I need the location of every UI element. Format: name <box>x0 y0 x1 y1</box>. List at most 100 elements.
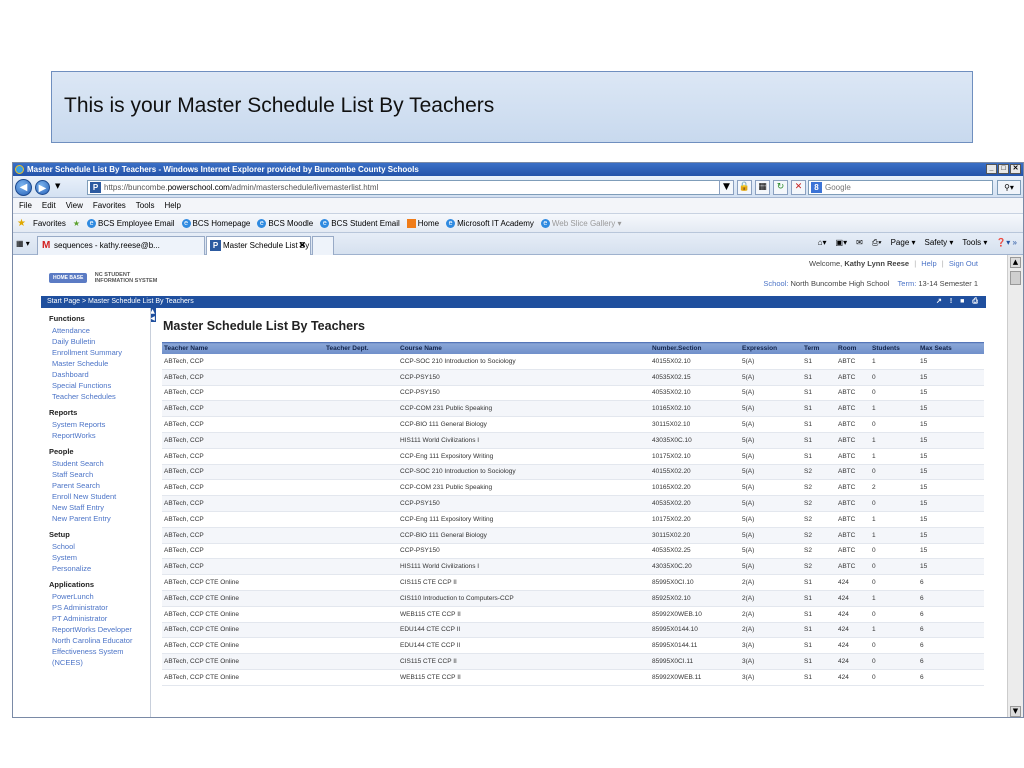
refresh-icon[interactable]: ↻ <box>773 180 788 195</box>
col-students-header[interactable]: Students <box>870 342 918 354</box>
search-icon[interactable]: ⚲▾ <box>997 180 1021 195</box>
table-row[interactable]: ABTech, CCP CTE Online CIS115 CTE CCP II 8… <box>162 574 984 591</box>
scroll-up-icon[interactable]: ▲ <box>1010 257 1021 268</box>
col-course-name-header[interactable]: Course Name <box>398 342 650 354</box>
col-term-header[interactable]: Term <box>802 342 836 354</box>
table-row[interactable]: ABTech, CCP HIS111 World Civilizations I4… <box>162 432 984 449</box>
table-row[interactable]: ABTech, CCP CTE Online WEB115 CTE CCP II 8… <box>162 606 984 623</box>
sidebar-item[interactable]: Special Functions <box>49 380 150 391</box>
sidebar-item[interactable]: Personalize <box>49 563 150 574</box>
page-menu[interactable]: Page ▾ <box>891 238 916 248</box>
table-row[interactable]: ABTech, CCP HIS111 World Civilizations I4… <box>162 558 984 576</box>
table-row[interactable]: ABTech, CCP CCP-COM 231 Public Speaking 10… <box>162 479 984 497</box>
sidebar-item[interactable]: Attendance <box>49 325 150 336</box>
read-mail-icon[interactable]: ✉ <box>856 238 863 248</box>
feeds-icon[interactable]: ▣▾ <box>836 238 848 248</box>
print-page-icon[interactable]: ⎙ <box>972 296 978 308</box>
col-course-name-cell[interactable]: WEB115 CTE CCP II <box>398 669 650 686</box>
sidebar-item[interactable]: Daily Bulletin <box>49 336 150 347</box>
col-course-name-cell[interactable]: WEB115 CTE CCP II <box>398 606 650 623</box>
notes-icon[interactable]: ■ <box>960 296 964 308</box>
compatibility-view-icon[interactable]: ▦ <box>755 180 770 195</box>
lock-icon[interactable]: 🔒 <box>737 180 752 195</box>
col-course-name-cell[interactable]: HIS111 World Civilizations I <box>398 432 650 449</box>
sidebar-item[interactable]: North Carolina Educator <box>49 635 150 646</box>
col-course-name-cell[interactable]: CCP-PSY150 <box>398 369 650 386</box>
menu-tools[interactable]: Tools <box>136 198 155 213</box>
close-window-button[interactable]: ✕ <box>1010 164 1021 174</box>
fav-link-moodle[interactable]: e BCS Moodle <box>257 214 313 233</box>
sidebar-item[interactable]: ReportWorks <box>49 430 150 441</box>
table-row[interactable]: ABTech, CCP CCP-PSY150 40535X02.15 5(A) S1 AB… <box>162 369 984 386</box>
url-field[interactable]: Phttps://buncombe.powerschool.com/admin/… <box>87 180 732 195</box>
table-row[interactable]: ABTech, CCP CCP-PSY150 40535X02.20 5(A) S2 AB… <box>162 495 984 512</box>
school-name[interactable]: North Buncombe High School <box>791 279 890 288</box>
col-course-name-cell[interactable]: CCP-PSY150 <box>398 543 650 560</box>
col-course-name-cell[interactable]: CCP-SOC 210 Introduction to Sociology <box>398 464 650 481</box>
fav-link-web-slice[interactable]: e Web Slice Gallery ▾ <box>540 214 622 233</box>
tab-master-schedule[interactable]: P Master Schedule List By ... ✕ <box>206 236 311 255</box>
col-course-name-cell[interactable]: CCP-Eng 111 Expository Writing <box>398 448 650 465</box>
sidebar-item[interactable]: Student Search <box>49 458 150 469</box>
safety-menu[interactable]: Safety ▾ <box>925 238 954 248</box>
col-course-name-cell[interactable]: CCP-Eng 111 Expository Writing <box>398 511 650 528</box>
print-icon[interactable]: ⎙▾ <box>872 238 882 248</box>
sidebar-item[interactable]: Staff Search <box>49 469 150 480</box>
col-course-name-cell[interactable]: CCP-BIO 111 General Biology <box>398 416 650 433</box>
table-row[interactable]: ABTech, CCP CCP-COM 231 Public Speaking 10… <box>162 400 984 418</box>
menu-file[interactable]: File <box>19 198 32 213</box>
back-arrow-icon[interactable]: ↗ <box>936 296 942 308</box>
add-favorite-icon[interactable]: ★ <box>73 214 80 233</box>
forward-button[interactable]: ▶ <box>35 180 50 195</box>
sidebar-item[interactable]: System <box>49 552 150 563</box>
home-icon[interactable]: ⌂▾ <box>818 238 827 248</box>
sidebar-item[interactable]: New Parent Entry <box>49 513 150 524</box>
table-row[interactable]: ABTech, CCP CCP-PSY150 40535X02.25 5(A) S2 AB… <box>162 543 984 560</box>
tools-menu[interactable]: Tools ▾ <box>962 238 987 248</box>
sidebar-item[interactable]: PT Administrator <box>49 613 150 624</box>
table-row[interactable]: ABTech, CCP CCP-Eng 111 Expository Writin… <box>162 448 984 465</box>
fav-link-homepage[interactable]: e BCS Homepage <box>181 214 250 233</box>
scroll-down-icon[interactable]: ▼ <box>1010 706 1021 717</box>
sidebar-item[interactable]: Effectiveness System <box>49 646 150 657</box>
scroll-thumb[interactable] <box>1010 271 1021 285</box>
fav-link-home[interactable]: Home <box>406 214 439 233</box>
table-row[interactable]: ABTech, CCP CTE Online EDU144 CTE CCP II 8… <box>162 637 984 655</box>
url-dropdown-icon[interactable]: ▼ <box>719 180 734 195</box>
sidebar-item[interactable]: ReportWorks Developer <box>49 624 150 635</box>
sidebar-item[interactable]: Master Schedule <box>49 358 150 369</box>
sidebar-item[interactable]: Enrollment Summary <box>49 347 150 358</box>
col-expression-header[interactable]: Expression <box>740 342 802 354</box>
col-course-name-cell[interactable]: CCP-BIO 111 General Biology <box>398 527 650 544</box>
sidebar-item[interactable]: Dashboard <box>49 369 150 380</box>
table-row[interactable]: ABTech, CCP CTE Online CIS115 CTE CCP II 8… <box>162 653 984 670</box>
history-dropdown-icon[interactable]: ▼ <box>55 182 60 190</box>
table-row[interactable]: ABTech, CCP CCP-SOC 210 Introduction to S… <box>162 464 984 481</box>
fav-link-it-academy[interactable]: e Microsoft IT Academy <box>446 214 534 233</box>
sidebar-item[interactable]: Parent Search <box>49 480 150 491</box>
sidebar-item[interactable]: Teacher Schedules <box>49 391 150 402</box>
table-row[interactable]: ABTech, CCP CCP-SOC 210 Introduction to S… <box>162 353 984 370</box>
col-course-name-cell[interactable]: CIS115 CTE CCP II <box>398 574 650 591</box>
col-teacher-name-header[interactable]: Teacher Name <box>162 342 324 354</box>
term-value[interactable]: 13-14 Semester 1 <box>918 279 978 288</box>
stop-icon[interactable]: ✕ <box>791 180 806 195</box>
col-number-section-header[interactable]: Number.Section <box>650 342 740 354</box>
col-course-name-cell[interactable]: HIS111 World Civilizations I <box>398 558 650 576</box>
breadcrumb[interactable]: Start Page > Master Schedule List By Tea… <box>47 298 194 305</box>
table-row[interactable]: ABTech, CCP CTE Online EDU144 CTE CCP II 8… <box>162 622 984 639</box>
vertical-scrollbar[interactable]: ▲ ▼ <box>1007 255 1023 717</box>
quick-tabs-icon[interactable]: ▦ ▾ <box>16 239 30 248</box>
col-max-seats-header[interactable]: Max Seats <box>918 342 984 354</box>
fav-link-student-email[interactable]: e BCS Student Email <box>320 214 400 233</box>
col-course-name-cell[interactable]: CIS110 Introduction to Computers-CCP <box>398 590 650 607</box>
help-icon[interactable]: ❓▾ » <box>996 238 1017 248</box>
favorites-button[interactable]: Favorites <box>33 214 66 233</box>
help-link[interactable]: Help <box>921 259 936 268</box>
menu-favorites[interactable]: Favorites <box>93 198 126 213</box>
maximize-button[interactable]: □ <box>998 164 1009 174</box>
table-row[interactable]: ABTech, CCP CCP-PSY150 40535X02.10 5(A) S1 AB… <box>162 385 984 402</box>
table-row[interactable]: ABTech, CCP CCP-Eng 111 Expository Writin… <box>162 511 984 528</box>
fav-link-employee-email[interactable]: e BCS Employee Email <box>87 214 175 233</box>
col-course-name-cell[interactable]: EDU144 CTE CCP II <box>398 622 650 639</box>
